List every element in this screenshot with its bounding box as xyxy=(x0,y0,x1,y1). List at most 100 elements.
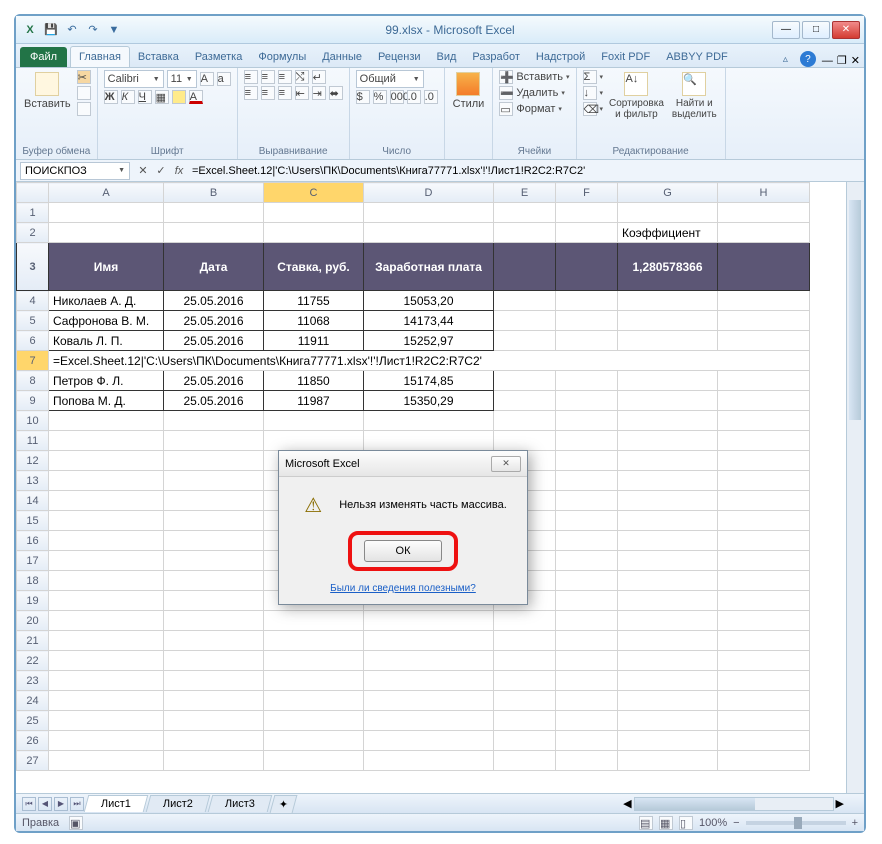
italic-icon[interactable]: К xyxy=(121,90,135,104)
comma-icon[interactable]: 000 xyxy=(390,90,404,104)
cell[interactable] xyxy=(494,223,556,243)
cell[interactable] xyxy=(494,331,556,351)
cell[interactable] xyxy=(49,691,164,711)
table-cell[interactable]: 11755 xyxy=(264,291,364,311)
cell[interactable] xyxy=(718,671,810,691)
cell[interactable] xyxy=(618,431,718,451)
cell[interactable] xyxy=(718,471,810,491)
cell[interactable] xyxy=(556,331,618,351)
decrease-decimal-icon[interactable]: .0 xyxy=(424,90,438,104)
cell[interactable] xyxy=(556,731,618,751)
format-cells-label[interactable]: Формат xyxy=(516,103,555,115)
row-header[interactable]: 26 xyxy=(17,731,49,751)
cell[interactable] xyxy=(618,731,718,751)
align-right-icon[interactable]: ≡ xyxy=(278,86,292,100)
border-icon[interactable]: ▦ xyxy=(155,90,169,104)
cell[interactable] xyxy=(49,203,164,223)
cell[interactable] xyxy=(164,751,264,771)
undo-icon[interactable]: ↶ xyxy=(64,22,80,38)
cell[interactable] xyxy=(494,611,556,631)
cell[interactable] xyxy=(164,691,264,711)
zoom-in-icon[interactable]: + xyxy=(852,817,858,829)
cell[interactable] xyxy=(718,731,810,751)
cell[interactable] xyxy=(556,531,618,551)
vertical-scrollbar[interactable] xyxy=(846,182,864,831)
cell-coef-value[interactable]: 1,280578366 xyxy=(618,243,718,291)
decrease-indent-icon[interactable]: ⇤ xyxy=(295,86,309,100)
close-button[interactable]: ✕ xyxy=(832,21,860,39)
tab-addins[interactable]: Надстрой xyxy=(528,47,593,67)
ok-button[interactable]: ОК xyxy=(364,540,442,562)
table-header-date[interactable]: Дата xyxy=(164,243,264,291)
cell[interactable] xyxy=(494,711,556,731)
cell[interactable] xyxy=(164,611,264,631)
qat-dropdown-icon[interactable]: ▼ xyxy=(106,22,122,38)
cell[interactable] xyxy=(556,631,618,651)
tab-insert[interactable]: Вставка xyxy=(130,47,187,67)
merge-icon[interactable]: ⬌ xyxy=(329,86,343,100)
table-cell[interactable]: 15174,85 xyxy=(364,371,494,391)
cell[interactable] xyxy=(718,331,810,351)
sheet-tab-1[interactable]: Лист1 xyxy=(84,795,149,812)
cell[interactable] xyxy=(264,431,364,451)
copy-icon[interactable] xyxy=(77,86,91,100)
fill-icon[interactable]: ↓ xyxy=(583,86,597,100)
maximize-button[interactable]: □ xyxy=(802,21,830,39)
cell[interactable] xyxy=(364,751,494,771)
zoom-thumb[interactable] xyxy=(794,817,802,829)
new-sheet-button[interactable]: ✦ xyxy=(270,795,298,813)
cell[interactable] xyxy=(164,551,264,571)
sheet-nav-next-icon[interactable]: ▶ xyxy=(54,797,68,811)
cell[interactable] xyxy=(718,651,810,671)
zoom-out-icon[interactable]: − xyxy=(733,817,739,829)
cell[interactable] xyxy=(494,411,556,431)
cell[interactable] xyxy=(618,391,718,411)
cell[interactable] xyxy=(556,451,618,471)
align-middle-icon[interactable]: ≡ xyxy=(261,70,275,84)
cell[interactable] xyxy=(49,531,164,551)
select-all-cell[interactable] xyxy=(17,183,49,203)
table-cell[interactable]: 15350,29 xyxy=(364,391,494,411)
view-page-layout-icon[interactable]: ▦ xyxy=(659,816,673,830)
tab-data[interactable]: Данные xyxy=(314,47,370,67)
cell[interactable] xyxy=(164,491,264,511)
cell[interactable] xyxy=(164,711,264,731)
orientation-icon[interactable]: ⤭ xyxy=(295,70,309,84)
cell[interactable] xyxy=(618,631,718,651)
cell[interactable] xyxy=(718,451,810,471)
table-cell[interactable]: 25.05.2016 xyxy=(164,391,264,411)
align-bottom-icon[interactable]: ≡ xyxy=(278,70,292,84)
row-header[interactable]: 4 xyxy=(17,291,49,311)
cell[interactable] xyxy=(164,203,264,223)
cell[interactable] xyxy=(618,331,718,351)
cell[interactable] xyxy=(718,491,810,511)
cell[interactable] xyxy=(618,651,718,671)
col-header[interactable]: G xyxy=(618,183,718,203)
row-header[interactable]: 25 xyxy=(17,711,49,731)
delete-cells-label[interactable]: Удалить xyxy=(516,87,558,99)
cell[interactable] xyxy=(494,631,556,651)
cell[interactable] xyxy=(718,223,810,243)
row-header[interactable]: 19 xyxy=(17,591,49,611)
row-header[interactable]: 5 xyxy=(17,311,49,331)
cell[interactable] xyxy=(556,691,618,711)
cell[interactable] xyxy=(718,571,810,591)
cell[interactable] xyxy=(618,311,718,331)
table-cell[interactable]: Петров Ф. Л. xyxy=(49,371,164,391)
cell[interactable] xyxy=(556,511,618,531)
cell[interactable] xyxy=(49,611,164,631)
cancel-edit-icon[interactable]: ✕ xyxy=(136,164,150,177)
cell[interactable] xyxy=(364,631,494,651)
row-header[interactable]: 22 xyxy=(17,651,49,671)
hscroll-right-icon[interactable]: ▶ xyxy=(836,797,844,810)
cell[interactable] xyxy=(49,651,164,671)
format-painter-icon[interactable] xyxy=(77,102,91,116)
row-header[interactable]: 12 xyxy=(17,451,49,471)
workbook-minimize-button[interactable]: — xyxy=(822,55,833,67)
tab-formulas[interactable]: Формулы xyxy=(250,47,314,67)
cell[interactable] xyxy=(618,551,718,571)
format-cells-icon[interactable]: ▭ xyxy=(499,102,513,116)
row-header[interactable]: 23 xyxy=(17,671,49,691)
styles-button[interactable]: Стили xyxy=(451,70,487,112)
col-header[interactable]: D xyxy=(364,183,494,203)
